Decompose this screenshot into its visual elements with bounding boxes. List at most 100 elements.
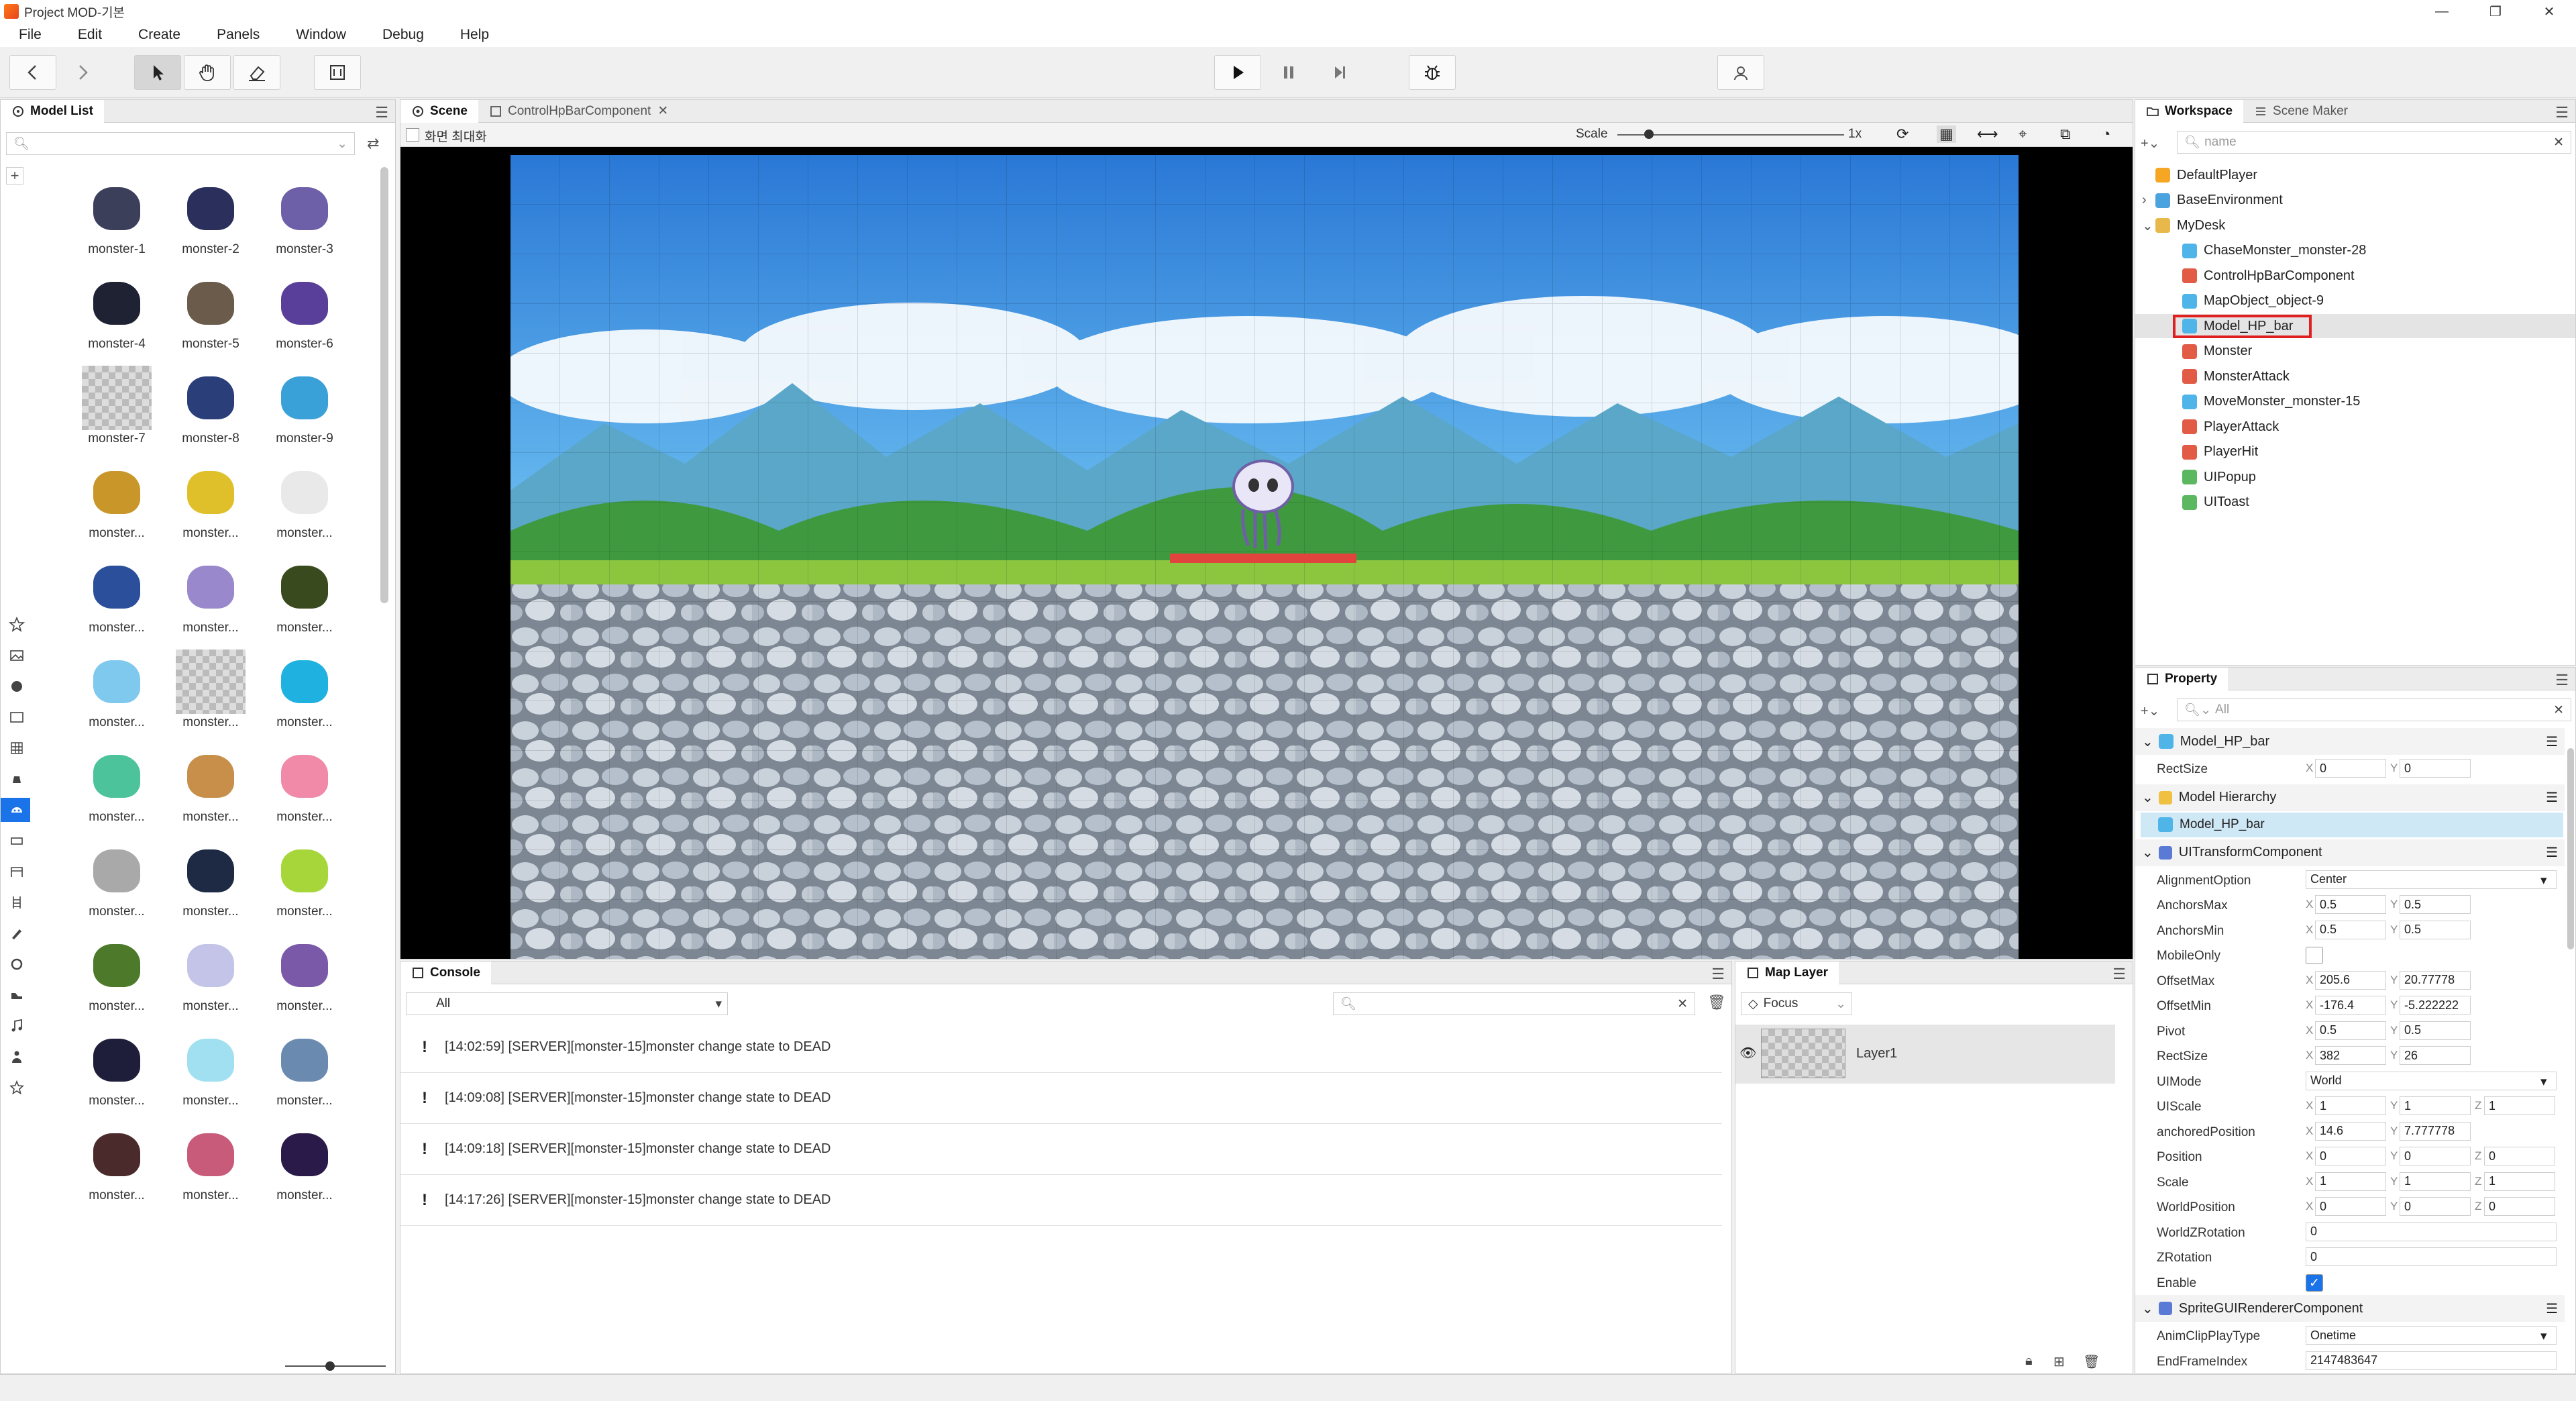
property-input[interactable]: World	[2306, 1071, 2557, 1090]
shoe-icon[interactable]	[9, 987, 25, 1003]
model-item[interactable]: monster-3	[261, 172, 348, 262]
property-input[interactable]: 20.77778	[2400, 970, 2471, 990]
property-input[interactable]: 0.5	[2400, 920, 2471, 939]
clear-search-icon[interactable]: ✕	[2553, 703, 2564, 718]
close-tab-icon[interactable]: ✕	[657, 103, 668, 119]
model-item[interactable]: monster...	[167, 551, 254, 641]
workspace-menu-icon[interactable]: ☰	[2555, 104, 2569, 121]
model-list-scrollbar[interactable]	[380, 167, 388, 603]
model-item[interactable]: monster-8	[167, 362, 254, 452]
section-menu-icon[interactable]: ☰	[2546, 1300, 2558, 1317]
eye-icon[interactable]: 👁︎	[1739, 1045, 1756, 1061]
add-button[interactable]: +	[6, 167, 23, 185]
property-search-input[interactable]: 🔍︎⌄ All ✕	[2177, 698, 2571, 721]
property-input[interactable]: Center	[2306, 870, 2557, 889]
music-icon[interactable]	[9, 1018, 25, 1034]
tree-item[interactable]: Monster	[2135, 340, 2575, 364]
hierarchy-item[interactable]: Model_HP_bar	[2141, 812, 2563, 837]
chevron-down-icon[interactable]: ⌄	[2142, 789, 2153, 806]
tree-item[interactable]: › BaseEnvironment	[2135, 189, 2575, 213]
model-item[interactable]: monster...	[73, 740, 160, 830]
tab-property[interactable]: Property	[2135, 668, 2229, 690]
model-hierarchy-header[interactable]: ⌄ Model Hierarchy ☰	[2135, 784, 2565, 811]
star-outline-icon[interactable]	[9, 1080, 25, 1096]
location-icon[interactable]: ⌖	[2019, 125, 2027, 143]
model-item[interactable]: monster...	[167, 645, 254, 735]
console-filter-select[interactable]: All ▾	[406, 992, 728, 1015]
tree-item[interactable]: DefaultPlayer	[2135, 163, 2575, 187]
console-menu-icon[interactable]: ☰	[1711, 966, 1725, 983]
menu-debug[interactable]: Debug	[382, 27, 424, 43]
model-item[interactable]: monster...	[73, 551, 160, 641]
model-item[interactable]: monster...	[167, 740, 254, 830]
menu-file[interactable]: File	[19, 27, 42, 43]
model-item[interactable]: monster...	[73, 645, 160, 735]
sprite-renderer-header[interactable]: ⌄ SpriteGUIRendererComponent ☰	[2135, 1295, 2565, 1322]
model-item[interactable]: monster...	[167, 1024, 254, 1114]
console-search-input[interactable]: 🔍︎ ✕	[1333, 992, 1695, 1015]
lock-icon[interactable]: 🔒︎	[2025, 1353, 2033, 1369]
model-item[interactable]: monster-2	[167, 172, 254, 262]
property-scrollbar[interactable]	[2567, 748, 2574, 949]
model-item[interactable]: monster...	[261, 835, 348, 925]
property-input[interactable]: 0	[2315, 1197, 2386, 1216]
monster-category-tab[interactable]	[1, 798, 30, 822]
hp-bar[interactable]	[1170, 554, 1356, 563]
console-row[interactable]: ! [14:09:18] [SERVER][monster-15]monster…	[400, 1124, 1722, 1175]
person-icon[interactable]	[9, 1049, 25, 1065]
play-button[interactable]	[1214, 55, 1261, 90]
section-menu-icon[interactable]: ☰	[2546, 733, 2558, 750]
model-item[interactable]: monster...	[167, 929, 254, 1019]
layer-row[interactable]: 👁︎ Layer1	[1735, 1025, 2115, 1084]
property-input[interactable]: 0	[2306, 1247, 2557, 1266]
model-item[interactable]: monster...	[261, 1024, 348, 1114]
property-input[interactable]: 0	[2315, 759, 2386, 778]
property-input[interactable]: 14.6	[2315, 1121, 2386, 1141]
vehicle-icon[interactable]	[9, 833, 25, 849]
hand-tool-button[interactable]	[184, 55, 231, 90]
model-item[interactable]: monster...	[73, 835, 160, 925]
reset-icon[interactable]: ⟳	[1896, 125, 1909, 143]
model-item[interactable]: monster...	[73, 1024, 160, 1114]
picture-icon[interactable]	[9, 709, 25, 725]
panel-menu-icon[interactable]: ☰	[375, 104, 388, 121]
menu-window[interactable]: Window	[296, 27, 346, 43]
property-input[interactable]: 0.5	[2315, 1021, 2386, 1040]
model-item[interactable]: monster-5	[167, 267, 254, 357]
tree-item[interactable]: MonsterAttack	[2135, 364, 2575, 388]
map-layer-menu-icon[interactable]: ☰	[2112, 966, 2126, 983]
section-menu-icon[interactable]: ☰	[2546, 789, 2558, 806]
tab-control-hp-bar-component[interactable]: ControlHpBarComponent ✕	[478, 100, 679, 123]
tree-item[interactable]: ChaseMonster_monster-28	[2135, 239, 2575, 263]
property-input[interactable]: 0	[2400, 1197, 2471, 1216]
arrows-icon[interactable]: ⟷	[1977, 125, 1998, 143]
property-input[interactable]: 382	[2315, 1046, 2386, 1065]
maximize-button[interactable]: ❐	[2469, 0, 2522, 23]
debug-button[interactable]	[1409, 55, 1456, 90]
property-input[interactable]: 0.5	[2315, 895, 2386, 914]
console-row[interactable]: ! [14:17:26] [SERVER][monster-15]monster…	[400, 1175, 1722, 1226]
model-item[interactable]: monster...	[167, 456, 254, 546]
tree-item[interactable]: ControlHpBarComponent	[2135, 264, 2575, 288]
gauge-icon[interactable]: ◔	[2102, 125, 2110, 143]
grid-toggle-icon[interactable]: ▦	[1937, 125, 1956, 143]
model-item[interactable]: monster...	[73, 456, 160, 546]
clear-search-icon[interactable]: ✕	[2553, 135, 2564, 150]
menu-edit[interactable]: Edit	[78, 27, 102, 43]
menu-create[interactable]: Create	[138, 27, 180, 43]
model-item[interactable]: monster...	[261, 929, 348, 1019]
brush-icon[interactable]	[9, 925, 25, 941]
console-row[interactable]: ! [14:09:08] [SERVER][monster-15]monster…	[400, 1073, 1722, 1124]
scale-slider[interactable]	[1617, 129, 1844, 139]
model-item[interactable]: monster...	[167, 835, 254, 925]
camera-icon[interactable]: ⧉	[2060, 125, 2071, 143]
property-input[interactable]: 205.6	[2315, 970, 2386, 990]
property-input[interactable]: 1	[2484, 1172, 2555, 1191]
tree-item[interactable]: ⌄ MyDesk	[2135, 213, 2575, 238]
property-input[interactable]: 26	[2400, 1046, 2471, 1065]
property-input[interactable]: 0.5	[2400, 895, 2471, 914]
tree-item[interactable]: Model_HP_bar	[2135, 314, 2575, 338]
model-item[interactable]: monster-1	[73, 172, 160, 262]
map-layer-tab[interactable]: Map Layer	[1735, 961, 1839, 984]
section-menu-icon[interactable]: ☰	[2546, 844, 2558, 861]
